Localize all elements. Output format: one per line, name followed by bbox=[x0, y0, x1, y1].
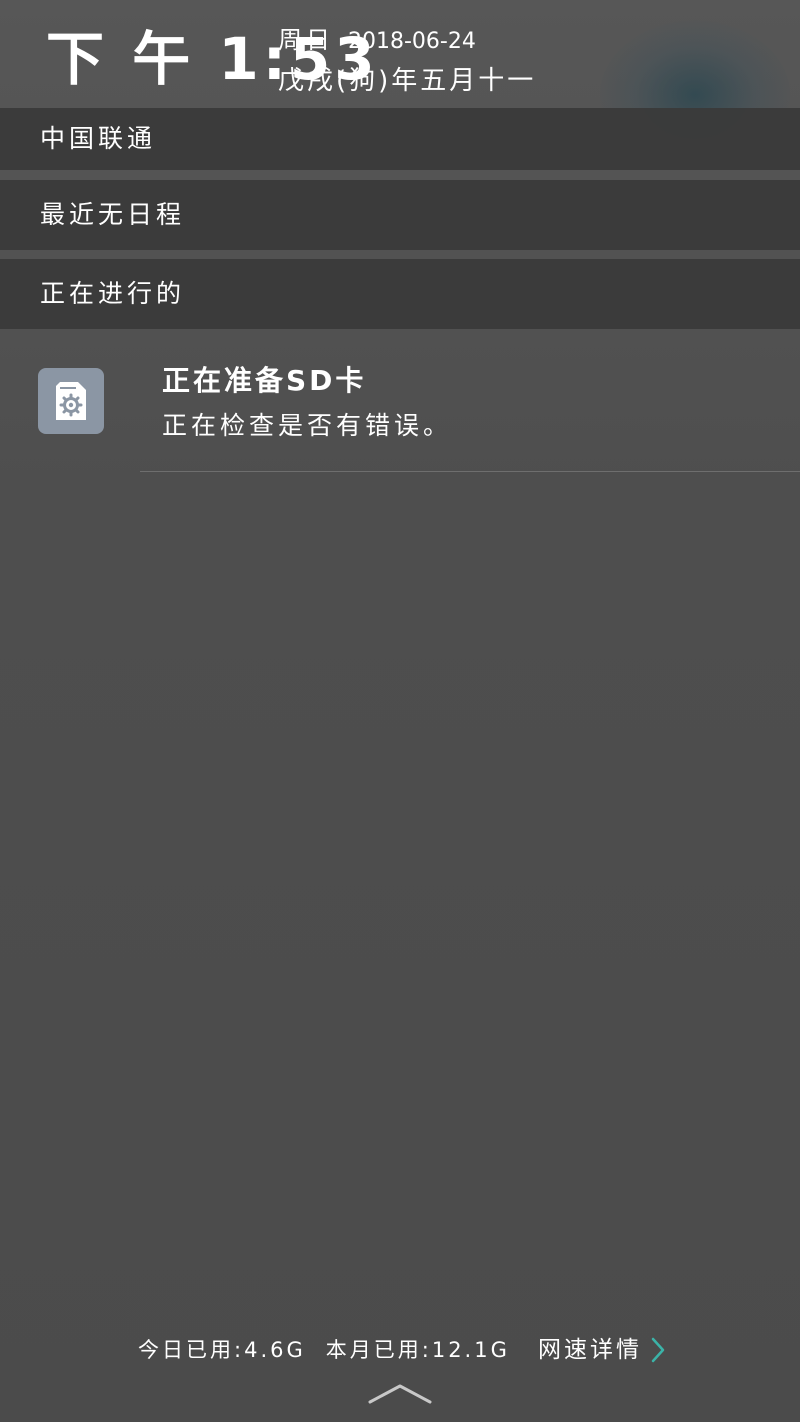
sd-card-notification[interactable]: 正在准备SD卡 正在检查是否有错误。 bbox=[0, 330, 800, 472]
chevron-right-icon bbox=[651, 1337, 665, 1363]
today-used-value: 4.6G bbox=[244, 1338, 306, 1362]
month-used-value: 12.1G bbox=[431, 1338, 510, 1362]
divider bbox=[140, 471, 800, 472]
date: 2018-06-24 bbox=[348, 29, 476, 54]
notification-text: 正在检查是否有错误。 bbox=[162, 411, 453, 440]
schedule-bar[interactable]: 最近无日程 bbox=[0, 180, 800, 250]
today-used-label: 今日已用: bbox=[138, 1338, 245, 1362]
status-header: 下 午 1:53 周日 2018-06-24 戊戌(狗)年五月十一 bbox=[0, 0, 800, 108]
day-of-week: 周日 bbox=[278, 26, 334, 54]
date-line[interactable]: 周日 2018-06-24 bbox=[278, 24, 476, 58]
schedule-label: 最近无日程 bbox=[40, 200, 186, 229]
ongoing-label: 正在进行的 bbox=[40, 279, 186, 308]
carrier-bar: 中国联通 bbox=[0, 108, 800, 170]
month-used-label: 本月已用: bbox=[325, 1338, 432, 1362]
notification-title: 正在准备SD卡 bbox=[162, 364, 367, 397]
carrier-name: 中国联通 bbox=[40, 124, 157, 153]
lunar-date: 戊戌(狗)年五月十一 bbox=[278, 66, 537, 96]
network-speed-details-label: 网速详情 bbox=[538, 1337, 642, 1363]
data-usage-footer: 今日已用:4.6G 本月已用:12.1G 网速详情 bbox=[0, 1326, 800, 1374]
data-usage-summary: 今日已用:4.6G 本月已用:12.1G bbox=[138, 1334, 510, 1366]
collapse-handle-chevron-up-icon[interactable] bbox=[366, 1380, 434, 1408]
ongoing-header: 正在进行的 bbox=[0, 259, 800, 329]
network-speed-details-link[interactable]: 网速详情 bbox=[538, 1332, 665, 1368]
sd-card-settings-icon bbox=[38, 368, 104, 434]
